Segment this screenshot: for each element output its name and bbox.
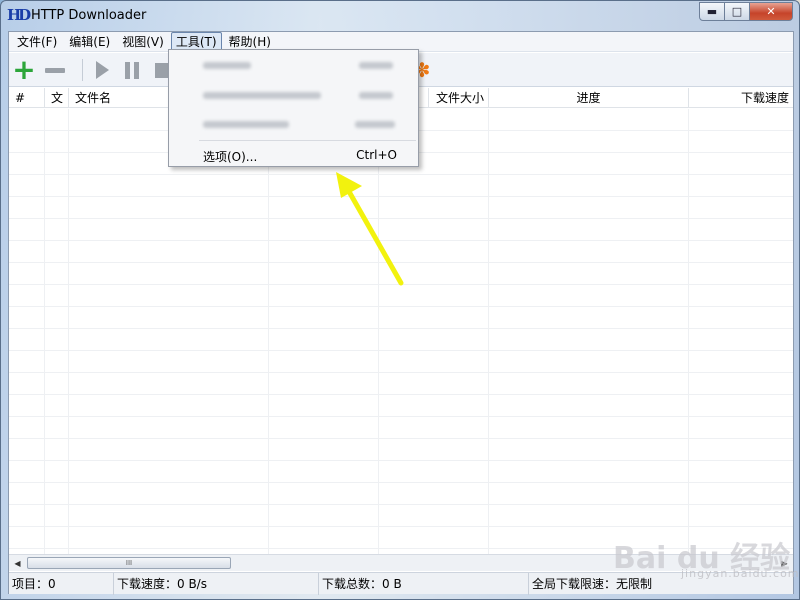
app-icon: HD xyxy=(7,6,31,24)
column-speed[interactable]: 下载速度 xyxy=(689,88,793,108)
tools-menu-item-options[interactable]: 选项(O)... Ctrl+O xyxy=(169,142,418,168)
status-items: 项目：0 xyxy=(9,573,114,595)
menu-edit[interactable]: 编辑(E) xyxy=(64,32,115,51)
app-window: HD HTTP Downloader ▬ □ ✕ 文件(F) 编辑(E) 视图(… xyxy=(0,0,800,600)
minus-icon xyxy=(45,67,65,73)
start-button[interactable] xyxy=(89,57,115,83)
maximize-button[interactable]: □ xyxy=(724,2,750,21)
toolbar-separator xyxy=(82,59,83,81)
watermark-url: jingyan.baidu.com xyxy=(681,567,800,580)
title-bar[interactable]: HD HTTP Downloader ▬ □ ✕ xyxy=(1,1,799,31)
column-number[interactable]: # xyxy=(9,88,45,108)
scroll-left-icon[interactable]: ◀ xyxy=(9,555,26,571)
baidu-watermark: Bai du 经验 jingyan.baidu.com xyxy=(613,519,799,580)
pause-button[interactable] xyxy=(119,57,145,83)
menu-view[interactable]: 视图(V) xyxy=(117,32,169,51)
options-menu-label: 选项(O)... xyxy=(203,150,258,164)
remove-button[interactable] xyxy=(42,57,68,83)
options-menu-shortcut: Ctrl+O xyxy=(356,148,397,162)
status-speed: 下载速度：0 B/s xyxy=(114,573,319,595)
window-title: HTTP Downloader xyxy=(31,8,147,23)
tools-menu-item-blurred-1[interactable] xyxy=(169,52,418,78)
column-type[interactable]: 文 xyxy=(45,88,69,108)
close-button[interactable]: ✕ xyxy=(749,2,793,21)
plus-icon: + xyxy=(12,53,36,86)
menu-file[interactable]: 文件(F) xyxy=(12,32,62,51)
tools-menu-item-blurred-2[interactable] xyxy=(169,82,418,108)
tools-dropdown-menu: 选项(O)... Ctrl+O xyxy=(168,49,419,167)
pause-icon xyxy=(125,61,139,79)
add-button[interactable]: + xyxy=(11,53,37,86)
play-icon xyxy=(95,61,109,79)
status-total: 下载总数：0 B xyxy=(319,573,529,595)
annotation-arrow xyxy=(336,172,404,286)
minimize-button[interactable]: ▬ xyxy=(699,2,725,21)
scroll-thumb[interactable]: III xyxy=(27,557,231,569)
tools-menu-item-blurred-3[interactable] xyxy=(169,111,418,137)
menu-separator xyxy=(199,140,416,141)
column-progress[interactable]: 进度 xyxy=(489,88,689,108)
column-size[interactable]: 文件大小 xyxy=(429,88,489,108)
